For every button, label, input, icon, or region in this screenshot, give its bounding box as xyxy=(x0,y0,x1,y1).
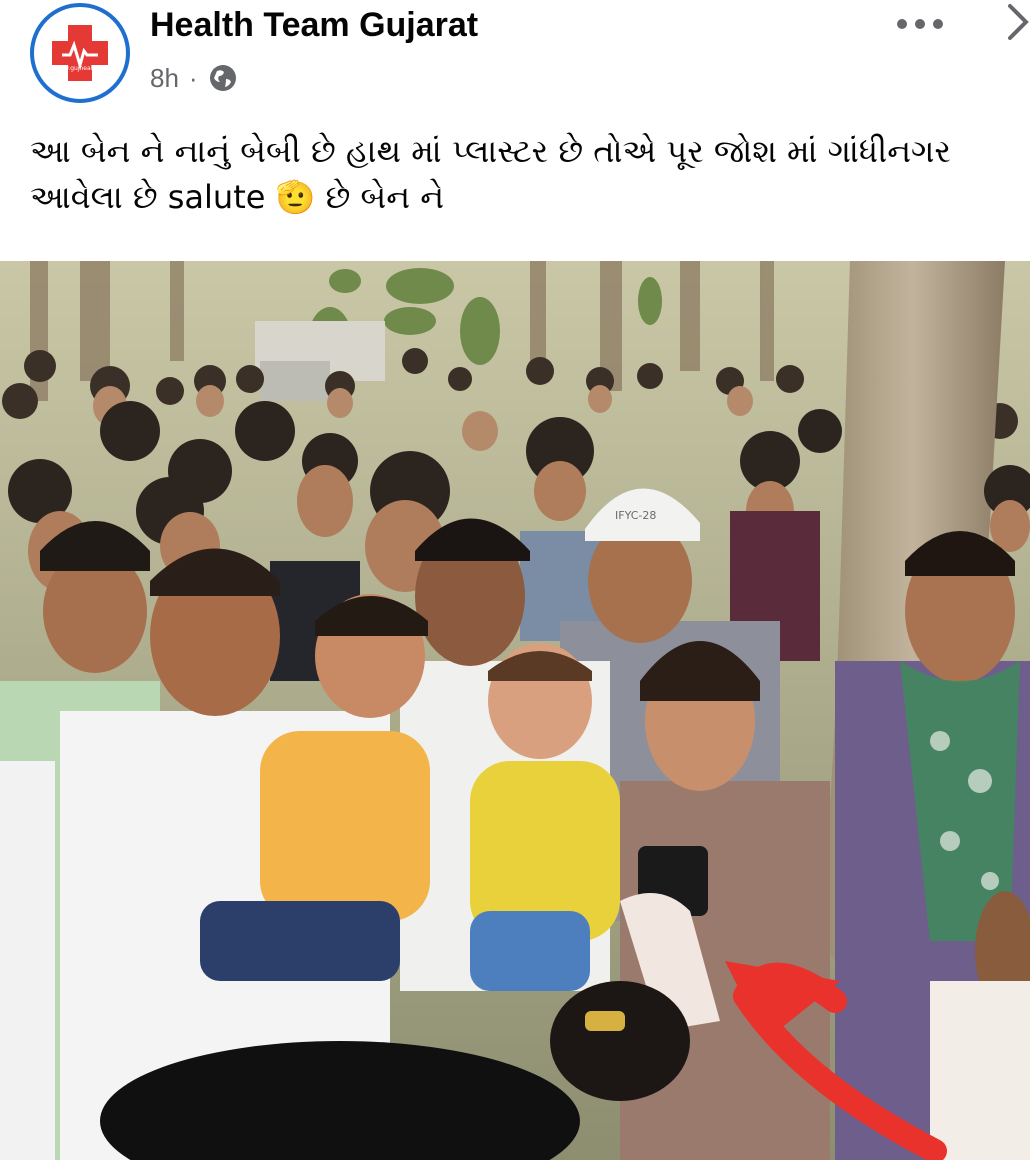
next-button[interactable] xyxy=(1000,0,1030,44)
post-photo[interactable]: IFYC-28 xyxy=(0,261,1030,1160)
more-options-button[interactable] xyxy=(890,2,950,42)
meta-separator: · xyxy=(188,62,198,93)
post-timestamp[interactable]: 8h xyxy=(150,63,179,94)
globe-icon[interactable] xyxy=(208,63,238,93)
chevron-right-icon xyxy=(1008,4,1029,40)
cap-print-text: IFYC-28 xyxy=(615,509,656,522)
more-horizontal-icon xyxy=(897,19,943,29)
caption-line-2-end: છે બેન ને xyxy=(325,178,445,216)
post-caption: આ બેન ને નાનું બેબી છે હાથ માં પ્લાસ્ટર … xyxy=(30,128,1030,220)
page-avatar[interactable]: www.gujhealth.in xyxy=(30,3,130,103)
caption-line-2-text: આવેલા છે salute xyxy=(30,178,266,216)
saluting-face-emoji: 🫡 xyxy=(275,178,316,216)
post-meta: 8h · xyxy=(150,60,238,96)
post-bottom-spacer xyxy=(0,1160,1030,1169)
caption-line-1: આ બેન ને નાનું બેબી છે હાથ માં પ્લાસ્ટર … xyxy=(30,132,951,170)
medical-cross-logo-icon: www.gujhealth.in xyxy=(38,11,122,95)
post-header: www.gujhealth.in Health Team Gujarat 8h … xyxy=(0,0,1030,110)
caption-line-2: આવેલા છે salute 🫡 છે બેન ને xyxy=(30,174,1030,220)
avatar-logo-text: www.gujhealth.in xyxy=(54,65,106,72)
page-name-link[interactable]: Health Team Gujarat xyxy=(150,6,478,45)
crowd-photo-image: IFYC-28 xyxy=(0,261,1030,1160)
